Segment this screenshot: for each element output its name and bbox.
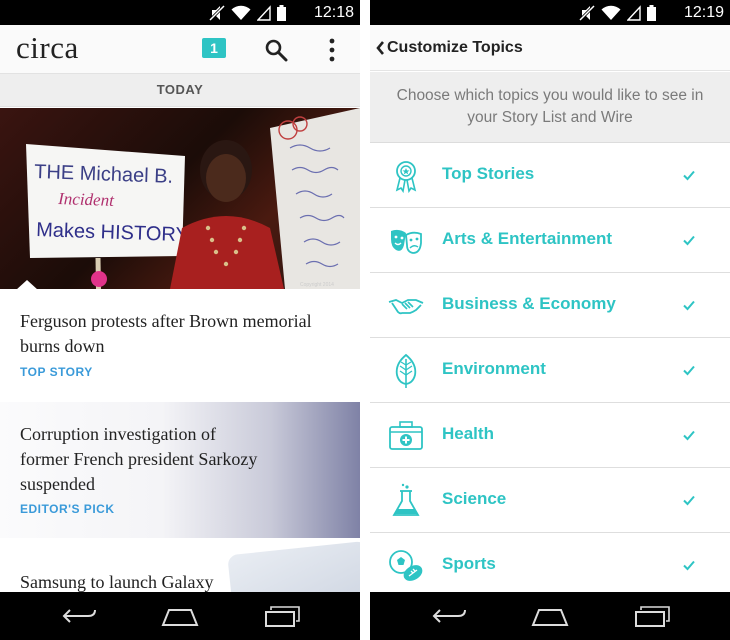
app-bar: circa 1 bbox=[0, 25, 360, 73]
signal-icon bbox=[627, 4, 641, 21]
hero-pointer bbox=[16, 280, 38, 289]
date-section-header: TODAY bbox=[0, 73, 360, 107]
screenshot-divider bbox=[360, 0, 370, 640]
checkmark-icon[interactable] bbox=[682, 233, 696, 247]
story-item[interactable]: Samsung to launch Galaxy bbox=[0, 538, 360, 592]
topics-instructions-text: Choose which topics you would like to se… bbox=[396, 87, 704, 126]
hero-photo[interactable]: THE Michael B. Incident Makes HISTORY Co… bbox=[0, 108, 360, 289]
flask-icon bbox=[392, 483, 420, 516]
signal-icon bbox=[257, 4, 271, 21]
leaf-icon bbox=[395, 353, 417, 388]
topic-row-sports[interactable]: Sports bbox=[370, 533, 730, 598]
topic-row-environment[interactable]: Environment bbox=[370, 338, 730, 403]
wifi-icon bbox=[601, 5, 621, 20]
sign-line-2: Incident bbox=[57, 189, 116, 210]
system-nav-bar bbox=[0, 592, 360, 640]
status-bar: 12:18 bbox=[0, 0, 360, 25]
recents-icon[interactable] bbox=[262, 605, 302, 627]
photo-credit: Copyright 2014 bbox=[300, 282, 334, 288]
hero-photo-illustration: THE Michael B. Incident Makes HISTORY Co… bbox=[26, 108, 360, 289]
search-icon[interactable] bbox=[264, 38, 288, 62]
handshake-icon bbox=[388, 299, 424, 315]
theater-masks-icon bbox=[391, 229, 422, 254]
topic-row-top-stories[interactable]: Top Stories bbox=[370, 143, 730, 208]
topic-row-arts-entertainment[interactable]: Arts & Entertainment bbox=[370, 208, 730, 273]
topic-label: Health bbox=[442, 424, 494, 443]
page-title[interactable]: Customize Topics bbox=[387, 39, 523, 57]
more-options-icon[interactable] bbox=[322, 37, 342, 63]
ribbon-award-icon bbox=[395, 161, 417, 194]
topic-label: Top Stories bbox=[442, 164, 535, 183]
story-tag: EDITOR'S PICK bbox=[20, 502, 115, 516]
back-icon[interactable] bbox=[430, 605, 470, 627]
battery-icon bbox=[647, 4, 656, 21]
topic-row-science[interactable]: Science bbox=[370, 468, 730, 533]
clock: 12:18 bbox=[313, 4, 354, 21]
sports-balls-icon bbox=[389, 550, 423, 581]
topic-label: Science bbox=[442, 489, 507, 508]
topics-instructions: Choose which topics you would like to se… bbox=[370, 72, 730, 143]
checkmark-icon[interactable] bbox=[682, 493, 696, 507]
story-headline: Corruption investigation of former Frenc… bbox=[20, 424, 258, 494]
circa-story-list-screen: 12:18 circa 1 TODAY THE Michael B. Incid… bbox=[0, 0, 360, 640]
story-headline: Samsung to launch Galaxy bbox=[20, 572, 214, 592]
mute-icon bbox=[209, 4, 225, 21]
story-item[interactable]: Corruption investigation of former Frenc… bbox=[0, 402, 360, 538]
battery-icon bbox=[277, 4, 286, 21]
notification-badge[interactable]: 1 bbox=[202, 38, 226, 58]
home-icon[interactable] bbox=[160, 605, 200, 627]
topic-label: Sports bbox=[442, 554, 496, 573]
checkmark-icon[interactable] bbox=[682, 168, 696, 182]
checkmark-icon[interactable] bbox=[682, 363, 696, 377]
checkmark-icon[interactable] bbox=[682, 298, 696, 312]
system-nav-bar bbox=[370, 592, 730, 640]
topic-row-business-economy[interactable]: Business & Economy bbox=[370, 273, 730, 338]
topic-label: Arts & Entertainment bbox=[442, 229, 613, 248]
brand-logo: circa bbox=[16, 30, 79, 65]
recents-icon[interactable] bbox=[632, 605, 672, 627]
customize-topics-screen: 12:19 Customize Topics Choose which topi… bbox=[370, 0, 730, 640]
customize-topics-header: Customize Topics bbox=[370, 25, 730, 71]
story-headline: Ferguson protests after Brown memorial b… bbox=[20, 311, 312, 356]
checkmark-icon[interactable] bbox=[682, 558, 696, 572]
chevron-left-icon[interactable] bbox=[374, 39, 386, 57]
medical-kit-icon bbox=[389, 421, 423, 450]
date-section-label: TODAY bbox=[156, 82, 204, 97]
topic-label: Business & Economy bbox=[442, 294, 616, 313]
story-tag: TOP STORY bbox=[20, 365, 93, 379]
topic-row-health[interactable]: Health bbox=[370, 403, 730, 468]
topic-label: Environment bbox=[442, 359, 546, 378]
clock: 12:19 bbox=[683, 4, 724, 21]
story-item[interactable]: Ferguson protests after Brown memorial b… bbox=[0, 289, 360, 402]
back-icon[interactable] bbox=[60, 605, 100, 627]
home-icon[interactable] bbox=[530, 605, 570, 627]
wifi-icon bbox=[231, 5, 251, 20]
status-bar: 12:19 bbox=[370, 0, 730, 25]
mute-icon bbox=[579, 4, 595, 21]
checkmark-icon[interactable] bbox=[682, 428, 696, 442]
